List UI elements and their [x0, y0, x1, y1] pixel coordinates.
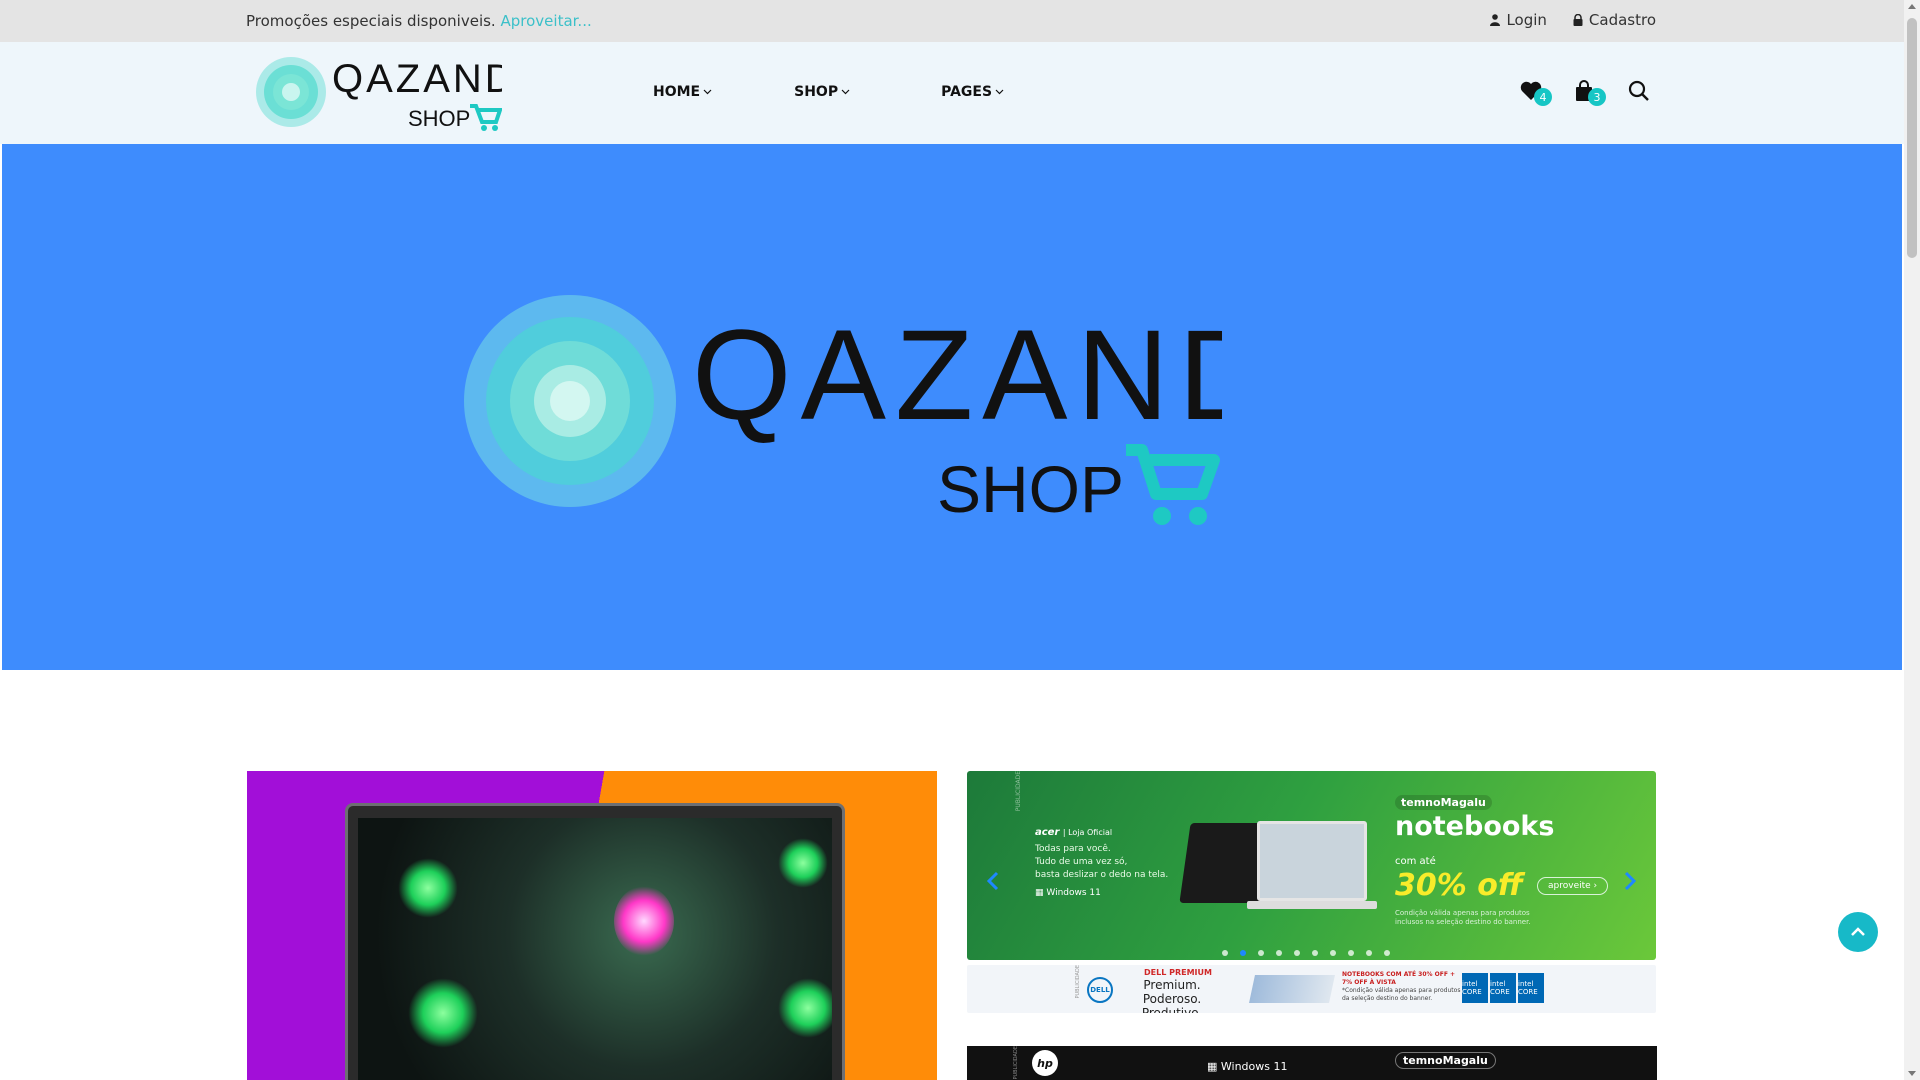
- nav-home[interactable]: HOME: [653, 84, 712, 100]
- banner-upto: com até: [1395, 856, 1436, 867]
- logo-wordmark: QAZANDO: [332, 57, 502, 101]
- acer-logo: acer | Loja Oficial: [1035, 827, 1113, 838]
- nav-pages-label: PAGES: [941, 84, 993, 100]
- carousel-dot[interactable]: [1330, 950, 1336, 956]
- carousel-dot[interactable]: [1222, 950, 1228, 956]
- dell-logo: DELL: [1087, 977, 1113, 1003]
- cart-count-badge: 3: [1588, 88, 1606, 106]
- scroll-up-arrow[interactable]: [1908, 4, 1916, 9]
- promo-message: Promoções especiais disponiveis. Aprovei…: [246, 12, 592, 30]
- banner-condition: Condição válida apenas para produtos inc…: [1395, 909, 1531, 926]
- game-character: [614, 886, 674, 956]
- nav-pages[interactable]: PAGES: [941, 84, 1004, 100]
- glow-decor: [398, 858, 458, 918]
- carousel-prev-button[interactable]: [986, 871, 999, 897]
- hero-wordmark: QAZANDO: [692, 304, 1222, 447]
- ad-label: PUBLICIDADE: [1075, 965, 1081, 999]
- site-logo[interactable]: QAZANDO SHOP: [256, 54, 548, 134]
- cart-button[interactable]: 3: [1574, 78, 1606, 106]
- wishlist-button[interactable]: 4: [1520, 78, 1552, 106]
- wishlist-count-badge: 4: [1534, 88, 1552, 106]
- register-link[interactable]: Cadastro: [1573, 11, 1656, 29]
- register-label: Cadastro: [1588, 11, 1656, 29]
- glow-decor: [778, 978, 832, 1038]
- header-actions: 4 3: [1520, 78, 1660, 106]
- banner-title: notebooks: [1395, 811, 1555, 842]
- hero-sub: SHOP: [937, 452, 1124, 526]
- scroll-down-arrow[interactable]: [1908, 1071, 1916, 1076]
- store-badge: temnoMagalu: [1395, 795, 1492, 810]
- carousel-next-button[interactable]: [1624, 871, 1637, 897]
- promo-link[interactable]: Aproveitar...: [501, 12, 592, 30]
- glow-decor: [778, 838, 828, 888]
- hp-logo: hp: [1032, 1050, 1058, 1076]
- laptop-screen: [358, 818, 832, 1080]
- ad-banner-hp[interactable]: PUBLICIDADE hp ▦ Windows 11 temnoMagalu: [967, 1046, 1657, 1080]
- carousel-notebooks[interactable]: PUBLICIDADE acer | Loja Oficial Todas pa…: [967, 771, 1656, 960]
- hero-logo: QAZANDO SHOP: [464, 295, 1222, 526]
- intel-chip: intel CORE: [1518, 973, 1544, 1003]
- promo-text: Promoções especiais disponiveis.: [246, 12, 496, 30]
- cart-logo-icon: [1126, 444, 1220, 525]
- nav-shop[interactable]: SHOP: [794, 84, 850, 100]
- login-label: Login: [1506, 11, 1547, 29]
- carousel-dot[interactable]: [1348, 950, 1354, 956]
- chevron-left-icon: [986, 871, 999, 891]
- dell-eyebrow: DELL PREMIUM: [1144, 968, 1212, 977]
- hero-banner[interactable]: QAZANDO SHOP: [2, 144, 1902, 670]
- account-links: Login Cadastro: [1490, 11, 1656, 29]
- promo-card-laptop[interactable]: [247, 771, 937, 1080]
- chevron-down-icon: [995, 89, 1004, 95]
- dell-offer: NOTEBOOKS COM ATÉ 30% OFF + 7% OFF À VIS…: [1342, 971, 1461, 1002]
- site-header: QAZANDO SHOP HOME SHOP PAGES 4: [0, 42, 1904, 144]
- chevron-down-icon: [703, 89, 712, 95]
- main-nav: HOME SHOP PAGES: [653, 84, 1004, 100]
- logo-sub: SHOP: [408, 106, 470, 131]
- intel-chip: intel CORE: [1490, 973, 1516, 1003]
- lock-icon: [1573, 14, 1583, 26]
- user-icon: [1490, 14, 1501, 26]
- carousel-dot-active[interactable]: [1240, 950, 1246, 956]
- laptop-image: [1257, 821, 1367, 901]
- login-link[interactable]: Login: [1490, 11, 1547, 29]
- carousel-dot[interactable]: [1294, 950, 1300, 956]
- logo-graphic: QAZANDO SHOP: [256, 57, 548, 131]
- dell-text: Premium. Poderoso. Produtivo.: [1141, 978, 1203, 1013]
- laptop-image: [1249, 975, 1335, 1003]
- chevron-down-icon: [841, 89, 850, 95]
- carousel-dots: [1222, 950, 1390, 956]
- ad-label: PUBLICIDADE: [1013, 1046, 1019, 1080]
- windows-badge: ▦ Windows 11: [1035, 888, 1101, 898]
- glow-decor: [408, 978, 478, 1048]
- acer-tagline: Todas para você. Tudo de uma vez só, bas…: [1035, 844, 1169, 880]
- top-promo-bar: Promoções especiais disponiveis. Aprovei…: [0, 0, 1904, 42]
- chevron-up-icon: [1851, 927, 1865, 936]
- intel-chip: intel CORE: [1462, 973, 1488, 1003]
- windows-badge: ▦ Windows 11: [1207, 1060, 1288, 1073]
- page-scrollbar[interactable]: [1904, 0, 1920, 1080]
- cart-logo-icon: [470, 104, 503, 131]
- nav-home-label: HOME: [653, 84, 701, 100]
- carousel-dot[interactable]: [1258, 950, 1264, 956]
- carousel-dot[interactable]: [1276, 950, 1282, 956]
- ad-banner-dell[interactable]: PUBLICIDADE DELL DELL PREMIUM Premium. P…: [967, 965, 1656, 1013]
- banner-discount: 30% off: [1395, 868, 1523, 903]
- back-to-top-button[interactable]: [1838, 912, 1878, 952]
- laptop-image: [345, 803, 845, 1080]
- laptop-base: [1247, 901, 1377, 909]
- search-icon: [1628, 80, 1649, 101]
- store-badge: temnoMagalu: [1395, 1052, 1496, 1069]
- carousel-dot[interactable]: [1384, 950, 1390, 956]
- nav-shop-label: SHOP: [794, 84, 839, 100]
- carousel-dot[interactable]: [1312, 950, 1318, 956]
- scrollbar-thumb[interactable]: [1907, 18, 1917, 258]
- banner-cta-button[interactable]: aproveite ›: [1537, 877, 1609, 895]
- ad-label: PUBLICIDADE: [1015, 771, 1022, 812]
- chevron-right-icon: [1624, 871, 1637, 891]
- search-button[interactable]: [1628, 78, 1660, 104]
- carousel-dot[interactable]: [1366, 950, 1372, 956]
